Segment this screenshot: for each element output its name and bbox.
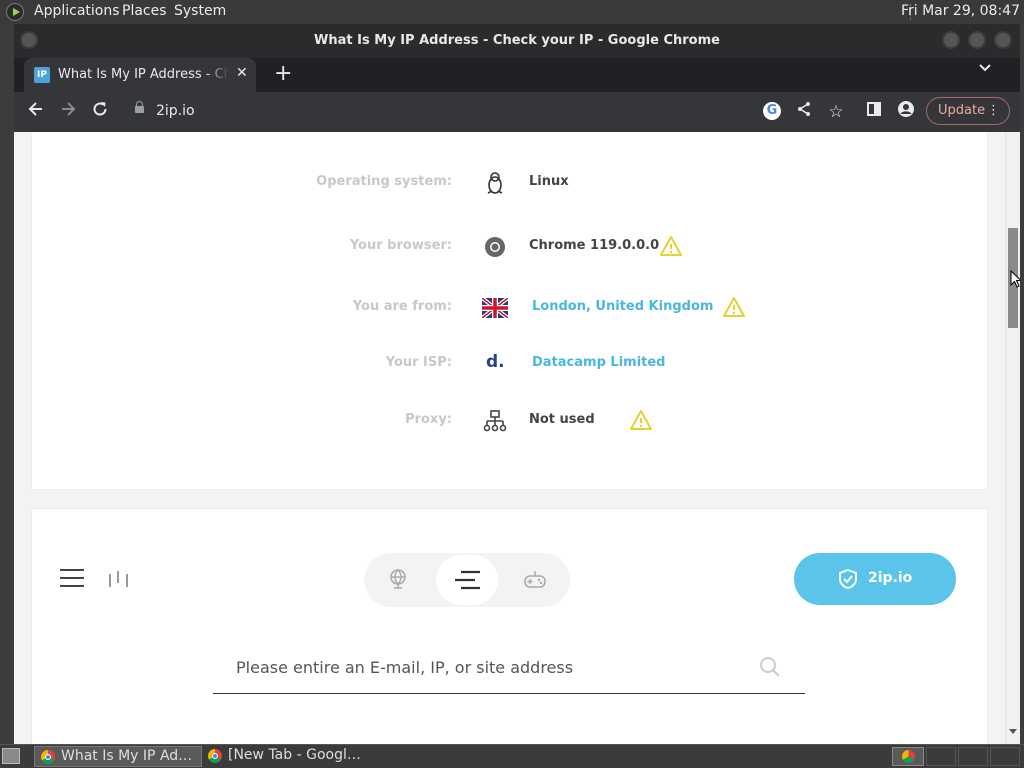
browser-value: Chrome 119.0.0.0	[529, 238, 660, 253]
tool-tab-active[interactable]	[436, 555, 498, 605]
browser-label: Your browser:	[349, 238, 452, 253]
brand-label: 2ip.io	[868, 570, 913, 586]
taskbar-task-new-tab[interactable]: [New Tab - Google Chrome]	[202, 746, 372, 767]
chrome-icon	[485, 237, 505, 257]
workspace-2[interactable]	[926, 747, 956, 766]
scroll-down-arrow-icon[interactable]	[1009, 729, 1017, 734]
info-row-isp: Your ISP: d. Datacamp Limited	[32, 349, 989, 379]
os-label: Operating system:	[316, 174, 452, 189]
info-row-os: Operating system: Linux	[32, 168, 989, 198]
tab-favicon-icon: IP	[34, 67, 50, 83]
bookmark-star-icon[interactable]: ☆	[824, 100, 848, 124]
tab-close-icon[interactable]: ✕	[236, 65, 248, 81]
side-panel-icon[interactable]	[862, 100, 886, 124]
taskbar-task-ip-window[interactable]: What Is My IP Address - Check your IP - …	[34, 746, 202, 767]
ip-info-card: Operating system: Linux Your browser: Ch…	[31, 132, 988, 490]
lock-icon[interactable]	[135, 101, 144, 113]
show-desktop-icon[interactable]	[2, 748, 20, 764]
workspace-3[interactable]	[958, 747, 988, 766]
share-icon[interactable]	[792, 100, 816, 124]
hamburger-menu-icon[interactable]	[60, 569, 84, 587]
globe-icon[interactable]	[387, 568, 409, 590]
tab-active[interactable]: IP What Is My IP Address - Check your IP…	[24, 58, 256, 92]
google-lens-icon[interactable]: G	[763, 102, 781, 120]
mouse-cursor-icon	[1010, 270, 1020, 288]
stats-bars-icon[interactable]	[108, 569, 130, 589]
network-icon	[483, 410, 507, 432]
brand-home-button[interactable]: 2ip.io	[794, 553, 956, 605]
tab-search-chevron-icon[interactable]	[978, 62, 992, 76]
page-viewport: Operating system: Linux Your browser: Ch…	[14, 132, 1020, 744]
page-scrollbar[interactable]	[1005, 132, 1020, 744]
info-row-browser: Your browser: Chrome 119.0.0.0	[32, 232, 989, 262]
close-window-button[interactable]	[994, 31, 1012, 49]
warning-icon[interactable]	[659, 234, 683, 258]
proxy-label: Proxy:	[405, 412, 452, 427]
isp-logo-icon: d.	[486, 352, 505, 372]
search-icon[interactable]	[759, 656, 781, 678]
task-label: [New Tab - Google Chrome]	[228, 747, 366, 763]
bottom-taskbar: What Is My IP Address - Check your IP - …	[0, 744, 1024, 768]
linux-icon	[487, 172, 503, 194]
info-row-proxy: Proxy: Not used	[32, 406, 989, 436]
warning-icon[interactable]	[629, 408, 653, 432]
os-value: Linux	[529, 174, 569, 189]
proxy-value: Not used	[529, 412, 595, 427]
back-button[interactable]	[24, 100, 48, 124]
clock[interactable]: Fri Mar 29, 08:47	[901, 3, 1020, 19]
task-label: What Is My IP Address - Check your IP - …	[61, 748, 201, 764]
search-bar	[213, 637, 805, 694]
isp-label: Your ISP:	[385, 355, 452, 370]
reload-button[interactable]	[88, 100, 112, 124]
browser-window: What Is My IP Address - Check your IP - …	[14, 24, 1020, 744]
update-label: Update	[938, 103, 986, 118]
uk-flag-icon	[482, 298, 508, 318]
search-input[interactable]	[213, 653, 753, 681]
minimize-button[interactable]	[942, 31, 960, 49]
more-menu-icon[interactable]: ⋮	[987, 98, 1000, 124]
tab-title: What Is My IP Address - Check your IP	[58, 67, 230, 82]
tool-switcher	[364, 553, 570, 607]
maximize-button[interactable]	[968, 31, 986, 49]
workspace-4[interactable]	[990, 747, 1020, 766]
applications-menu[interactable]: Applications	[34, 3, 120, 19]
lines-menu-icon	[455, 570, 480, 590]
shield-check-icon	[839, 568, 857, 590]
location-link[interactable]: London, United Kingdom	[532, 299, 713, 314]
update-button[interactable]: Update ⋮	[926, 97, 1010, 125]
new-tab-button[interactable]: +	[274, 60, 292, 88]
info-row-location: You are from: London, United Kingdom	[32, 293, 989, 323]
profile-icon[interactable]	[894, 100, 918, 124]
address-bar[interactable]: 2ip.io G ☆	[122, 96, 902, 128]
system-top-panel: Applications Places System Fri Mar 29, 0…	[0, 0, 1024, 24]
chrome-icon	[902, 750, 915, 763]
window-title: What Is My IP Address - Check your IP - …	[314, 33, 720, 48]
warning-icon[interactable]	[722, 295, 746, 319]
system-logo-icon[interactable]	[6, 3, 24, 21]
browser-toolbar: 2ip.io G ☆ Update ⋮	[14, 92, 1020, 132]
system-menu[interactable]: System	[174, 3, 226, 19]
url-text[interactable]: 2ip.io	[156, 103, 195, 119]
workspace-1[interactable]	[892, 747, 924, 766]
chrome-icon	[208, 749, 222, 763]
gamepad-icon[interactable]	[522, 568, 548, 590]
isp-link[interactable]: Datacamp Limited	[532, 355, 666, 370]
location-label: You are from:	[352, 299, 452, 314]
window-titlebar[interactable]: What Is My IP Address - Check your IP - …	[14, 24, 1020, 58]
chrome-icon	[41, 750, 55, 764]
navigation-card: 2ip.io	[31, 508, 988, 744]
places-menu[interactable]: Places	[122, 3, 167, 19]
forward-button[interactable]	[56, 100, 80, 124]
